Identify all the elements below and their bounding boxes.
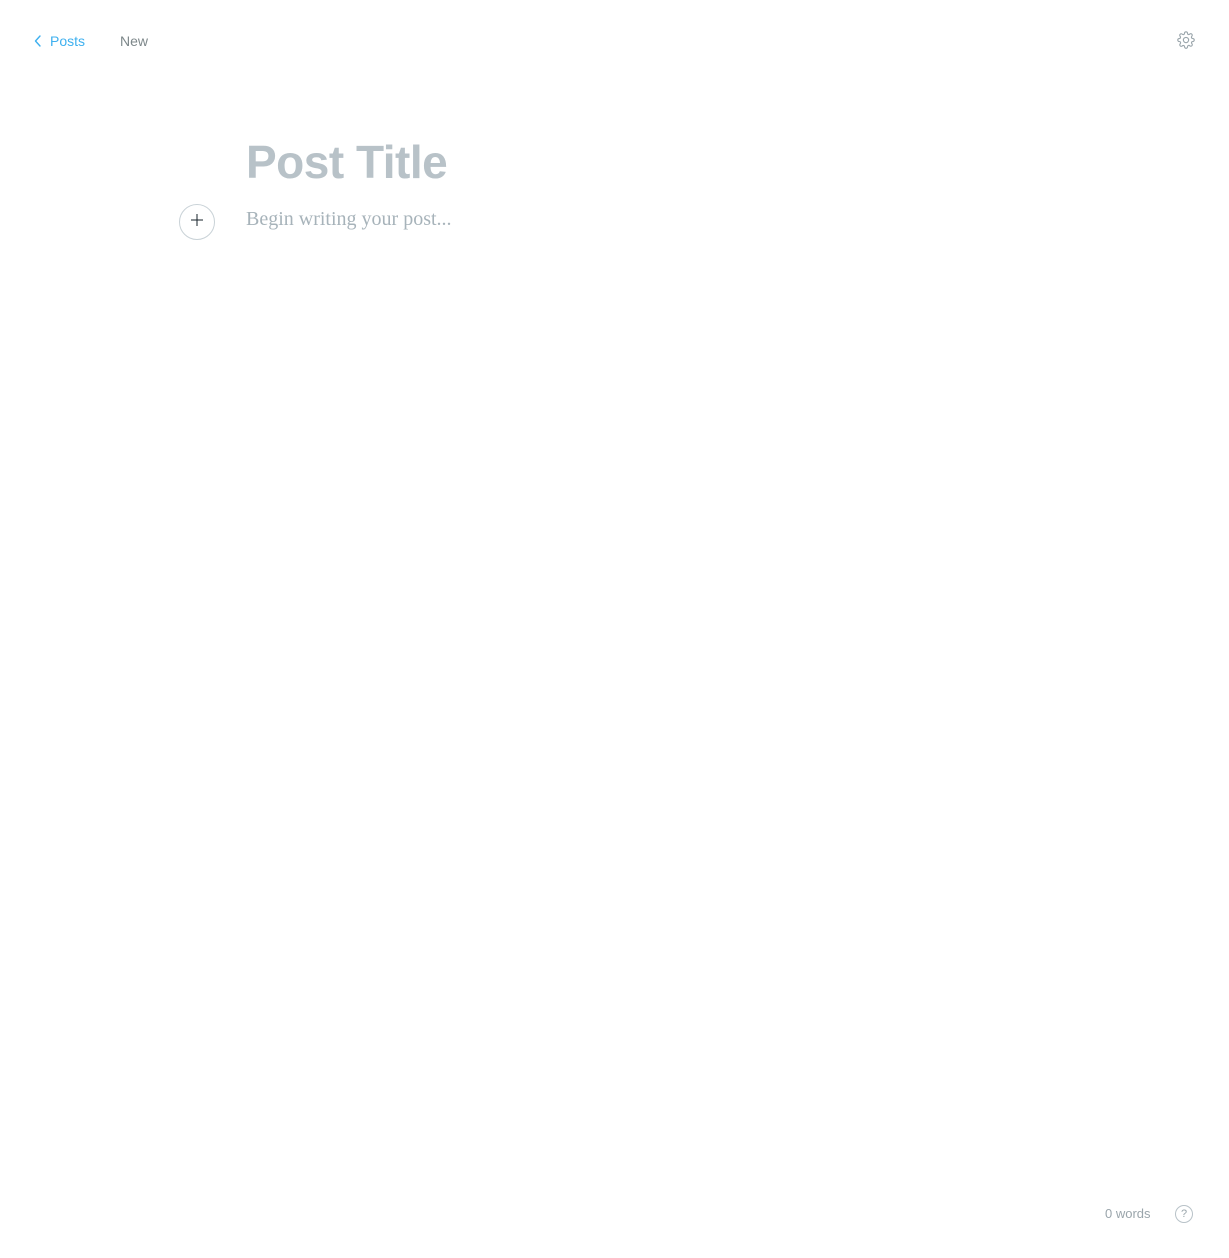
post-status: New [120, 33, 149, 49]
question-mark-icon: ? [1180, 1208, 1188, 1220]
help-button[interactable]: ? [1175, 1205, 1193, 1223]
editor-header: Posts New [0, 0, 1229, 84]
post-editor: Posts New Begin writing your post... 0 w… [0, 0, 1229, 1258]
word-count: 0 words [1105, 1206, 1151, 1221]
post-title-input[interactable] [246, 132, 1046, 192]
back-link-label: Posts [50, 33, 86, 49]
add-card-button[interactable] [179, 204, 215, 240]
back-to-posts-link[interactable]: Posts [34, 33, 85, 49]
settings-button[interactable] [1174, 30, 1198, 54]
post-body-editor[interactable]: Begin writing your post... [246, 208, 452, 231]
chevron-left-icon [34, 35, 42, 47]
plus-icon [190, 213, 204, 232]
gear-icon [1177, 30, 1195, 54]
